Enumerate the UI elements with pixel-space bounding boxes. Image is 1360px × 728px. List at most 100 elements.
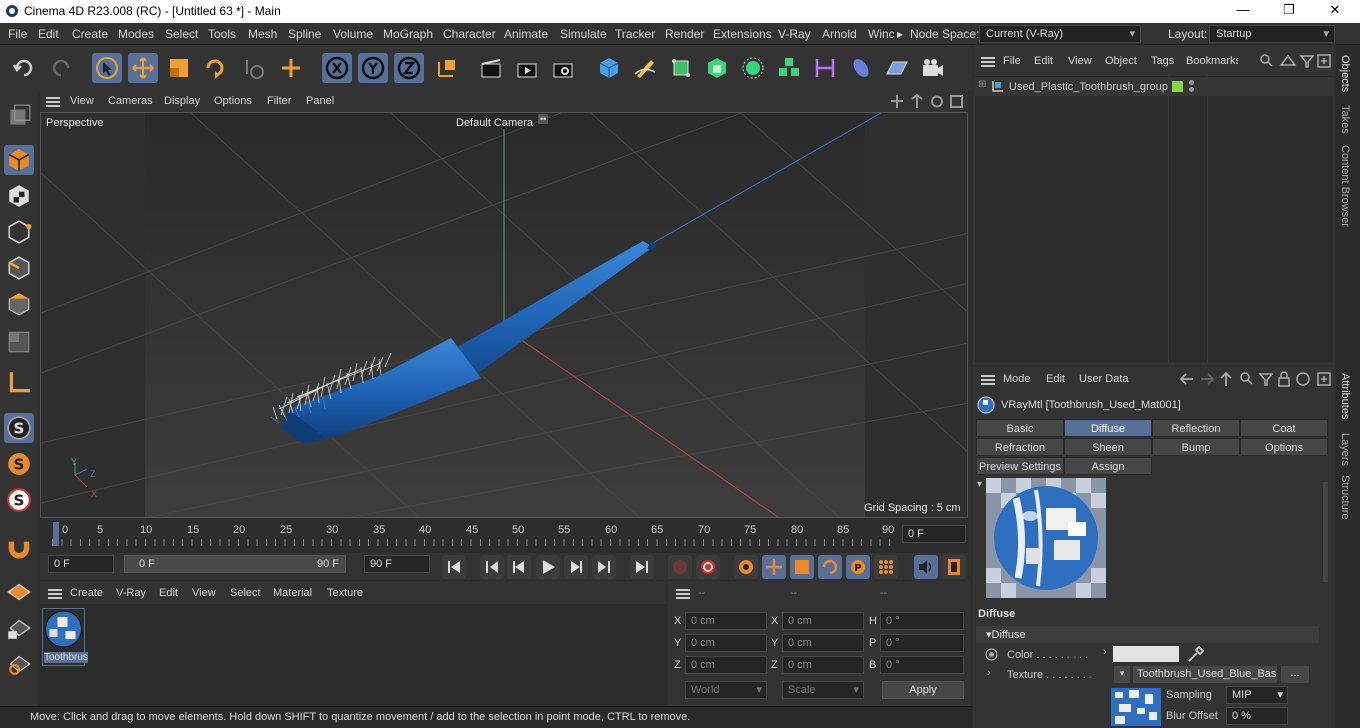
prev-key-button[interactable] [480, 555, 504, 579]
attributes-menu-edit[interactable]: Edit [1046, 373, 1065, 385]
point-mode-button[interactable] [4, 217, 34, 247]
rotation-h-field[interactable]: 0 ° [880, 612, 964, 630]
tab-reflection[interactable]: Reflection [1152, 419, 1240, 437]
viewport-menu-panel[interactable]: Panel [306, 95, 334, 107]
viewport-menu-cameras[interactable]: Cameras [108, 95, 153, 107]
objects-menu-edit[interactable]: Edit [1034, 55, 1053, 67]
uv-mode-button[interactable] [4, 327, 34, 357]
z-axis-button[interactable] [394, 53, 424, 83]
key-parameter-button[interactable]: P [846, 555, 870, 579]
go-to-end-button[interactable] [630, 555, 654, 579]
menu-spline[interactable]: Spline [288, 27, 321, 41]
record-keys-button[interactable] [668, 555, 692, 579]
frame-range-slider[interactable]: 0 F 90 F [124, 555, 346, 573]
minimize-button[interactable]: — [1220, 2, 1266, 17]
play-button[interactable] [536, 555, 560, 579]
preview-collapse-icon[interactable]: ▾ [977, 479, 982, 490]
recent-tools-button[interactable] [238, 53, 268, 83]
polygon-mode-button[interactable] [4, 289, 34, 319]
menu-edit[interactable]: Edit [38, 27, 59, 41]
eyedropper-icon[interactable] [1187, 645, 1205, 663]
axis-mode-button[interactable] [4, 367, 34, 397]
deformer-button[interactable] [810, 53, 840, 83]
color-expand-arrow[interactable]: › [1103, 646, 1107, 658]
sampling-dropdown[interactable]: MIP ▾ [1226, 686, 1288, 704]
next-key-button[interactable] [592, 555, 616, 579]
key-pla-button[interactable] [874, 555, 898, 579]
objects-menu-bookmarks[interactable]: Bookmarks [1186, 55, 1238, 67]
viewport-menu-view[interactable]: View [70, 95, 94, 107]
rotation-p-field[interactable]: 0 ° [880, 634, 964, 652]
objects-menu-tags[interactable]: Tags [1151, 55, 1174, 67]
tab-diffuse[interactable]: Diffuse [1064, 419, 1152, 437]
snap-settings-button[interactable]: S [4, 449, 34, 479]
object-row[interactable]: ⊞ Used_Plastic_Toothbrush_group [975, 77, 1333, 96]
objects-menu-file[interactable]: File [1003, 55, 1021, 67]
layout-dropdown[interactable]: Startup ▾ [1209, 25, 1335, 43]
menu-modes[interactable]: Modes [118, 27, 154, 41]
locked-workplane-button[interactable] [4, 613, 34, 643]
tab-refraction[interactable]: Refraction [976, 438, 1064, 456]
mograph-cubes-button[interactable] [774, 53, 804, 83]
texture-mode-button[interactable] [4, 181, 34, 211]
key-rotation-button[interactable] [818, 555, 842, 579]
floor-button[interactable] [882, 53, 912, 83]
menu-volume[interactable]: Volume [333, 27, 373, 41]
menu-tools[interactable]: Tools [208, 27, 236, 41]
menu-select[interactable]: Select [165, 27, 198, 41]
timeline-button[interactable] [942, 555, 966, 579]
live-selection-button[interactable] [92, 53, 122, 83]
close-button[interactable]: ✕ [1312, 2, 1358, 18]
diffuse-group-header[interactable]: ▾Diffuse [976, 626, 1319, 643]
start-frame-field[interactable]: 0 F [48, 555, 114, 573]
undo-button[interactable] [9, 53, 39, 83]
material-menu-icon[interactable] [48, 589, 62, 599]
planar-workplane-button[interactable] [4, 649, 34, 679]
x-axis-button[interactable] [322, 53, 352, 83]
field-button[interactable] [846, 53, 876, 83]
tab-coat[interactable]: Coat [1240, 419, 1328, 437]
attributes-menu-mode[interactable]: Mode [1003, 373, 1031, 385]
extrude-button[interactable] [702, 53, 732, 83]
node-space-dropdown[interactable]: Current (V-Ray) ▾ [979, 25, 1141, 43]
side-tab-takes[interactable]: Takes [1339, 105, 1351, 134]
size-x-field[interactable]: 0 cm [782, 612, 864, 630]
subdivision-button[interactable] [666, 53, 696, 83]
visibility-render-dot[interactable] [1189, 87, 1194, 92]
side-tab-objects[interactable]: Objects [1339, 55, 1351, 92]
menu-tracker[interactable]: Tracker [615, 27, 655, 41]
menu-file[interactable]: File [8, 27, 27, 41]
snap-button[interactable]: S [4, 413, 34, 443]
menu-window[interactable]: Winc [868, 27, 895, 41]
current-frame-field[interactable]: 0 F [902, 525, 966, 543]
objects-toolbar-icons[interactable] [1259, 53, 1331, 69]
tab-bump[interactable]: Bump [1152, 438, 1240, 456]
model-mode-button[interactable] [4, 145, 34, 175]
expand-icon[interactable]: ⊞ [978, 79, 986, 90]
workplane-snap-button[interactable]: S [4, 485, 34, 515]
redo-button[interactable] [46, 53, 76, 83]
menu-mesh[interactable]: Mesh [248, 27, 277, 41]
key-scale-button[interactable] [790, 555, 814, 579]
blur-offset-field[interactable]: 0 % [1226, 707, 1288, 725]
objects-menu-icon[interactable] [981, 57, 995, 67]
3d-viewport[interactable]: Perspective Default Camera •• Grid Spaci… [40, 112, 968, 518]
maximize-button[interactable]: ❐ [1266, 2, 1312, 18]
end-frame-field[interactable]: 90 F [364, 555, 430, 573]
texture-expand-arrow[interactable]: › [987, 667, 991, 679]
coord-system-dropdown[interactable]: World ▾ [685, 681, 767, 699]
magnet-button[interactable] [4, 531, 34, 561]
material-menu-material[interactable]: Material [273, 587, 312, 599]
attributes-menu-user-data[interactable]: User Data [1079, 373, 1129, 385]
menu-simulate[interactable]: Simulate [560, 27, 607, 41]
side-tab-structure[interactable]: Structure [1339, 475, 1351, 520]
prev-frame-button[interactable] [507, 555, 531, 579]
viewport-menu-filter[interactable]: Filter [267, 95, 291, 107]
workplane-button[interactable] [4, 577, 34, 607]
side-tab-content-browser[interactable]: Content Browser [1339, 145, 1351, 227]
layer-color-tag[interactable] [1172, 81, 1183, 92]
menu-create[interactable]: Create [72, 27, 108, 41]
rotation-b-field[interactable]: 0 ° [880, 656, 964, 674]
viewport-menu-icon[interactable] [46, 97, 60, 107]
texture-menu-button[interactable]: ▾ [1114, 666, 1130, 683]
